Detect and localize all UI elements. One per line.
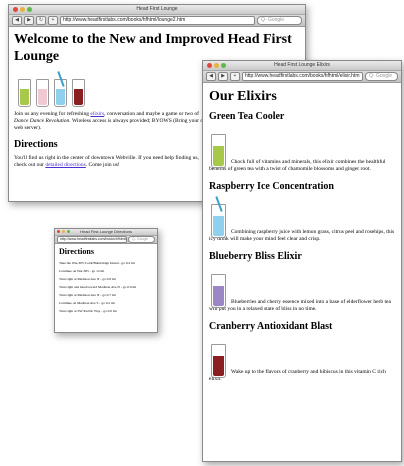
intro-text-mid: , conversation and maybe a game or two o…	[104, 111, 199, 117]
back-icon[interactable]: ◀	[206, 72, 216, 81]
elixir-name: Blueberry Bliss Elixir	[209, 251, 302, 262]
elixir-image-row	[209, 338, 395, 378]
elixirs-window-title: Head First Lounge Elixirs	[274, 62, 330, 68]
direction-step: Turn right and head toward Madison Ave N…	[59, 285, 137, 289]
direction-step: Take the WA-305 S exit/Bainbridge Island…	[59, 261, 135, 265]
direction-step: Turn right at SW Pacific Way - go 0.0 mi	[59, 309, 117, 313]
directions-toolbar: http://www.headfirstlabs.com/books/hfhtm…	[55, 236, 157, 244]
elixirs-content: Our Elixirs Green Tea Cooler Chock full …	[203, 83, 401, 388]
pink-drink-glass-image	[36, 79, 49, 107]
green-tea-glass-image	[18, 79, 31, 107]
lounge-intro-paragraph: Join us any evening for refreshing elixi…	[14, 111, 214, 132]
detailed-directions-link[interactable]: detailed directions	[45, 162, 85, 168]
elixir-image-row	[209, 196, 395, 238]
direction-step: Continue on Madison Ave S - go 0.2 mi	[59, 301, 115, 305]
window-controls	[207, 63, 226, 68]
green-tea-glass-image	[211, 134, 226, 168]
elixirs-heading: Our Elixirs	[209, 89, 277, 104]
elixir-image-row	[209, 128, 395, 168]
directions-url-field[interactable]: http://www.headfirstlabs.com/books/hfhtm…	[57, 236, 127, 243]
elixirs-search-field[interactable]: Q- Google	[365, 72, 398, 81]
elixir-name: Cranberry Antioxidant Blast	[209, 321, 333, 332]
lounge-url-field[interactable]: http://www.headfirstlabs.com/books/hfhtm…	[60, 16, 255, 25]
minimize-icon[interactable]	[20, 7, 25, 12]
reload-icon[interactable]: ↻	[36, 16, 46, 25]
directions-content: Directions Take the WA-305 S exit/Bainbr…	[55, 244, 157, 316]
close-icon[interactable]	[13, 7, 18, 12]
directions-search-field[interactable]: Q- Google	[128, 236, 155, 243]
forward-icon[interactable]: ▶	[218, 72, 228, 81]
elixir-image-row	[209, 268, 395, 308]
minimize-icon[interactable]	[62, 230, 65, 233]
cranberry-glass-image	[211, 344, 226, 378]
cranberry-glass-image	[72, 79, 85, 107]
zoom-icon[interactable]	[27, 7, 32, 12]
raspberry-glass-image	[211, 196, 226, 238]
direction-step: Continue on WA-305 - go 12 mi	[59, 269, 105, 273]
forward-icon[interactable]: ▶	[24, 16, 34, 25]
add-bookmark-icon[interactable]: +	[48, 16, 58, 25]
elixir-item: Cranberry Antioxidant Blast Wake up to t…	[209, 321, 395, 383]
elixir-item: Blueberry Bliss Elixir Blueberries and c…	[209, 251, 395, 313]
directions-window-title: Head First Lounge Directions	[80, 229, 132, 234]
minimize-icon[interactable]	[214, 63, 219, 68]
zoom-icon[interactable]	[221, 63, 226, 68]
direction-step: Turn right at Madison Ave N - go 0.8 mi	[59, 277, 116, 281]
blue-drink-glass-image	[54, 71, 67, 107]
add-bookmark-icon[interactable]: +	[230, 72, 240, 81]
elixirs-url-field[interactable]: http://www.headfirstlabs.com/books/hfhtm…	[242, 72, 363, 81]
back-icon[interactable]: ◀	[12, 16, 22, 25]
lounge-search-field[interactable]: Q- Google	[257, 16, 302, 25]
direction-step: Turn right at Madison Ave N - go 0.7 mi	[59, 293, 116, 297]
lounge-window-title: Head First Lounge	[136, 6, 178, 12]
directions-window-titlebar[interactable]: Head First Lounge Directions	[55, 229, 157, 236]
directions-steps: Take the WA-305 S exit/Bainbridge Island…	[59, 261, 153, 313]
elixirs-toolbar: ◀ ▶ + http://www.headfirstlabs.com/books…	[203, 71, 401, 83]
lounge-directions-paragraph: You'll find us right in the center of do…	[14, 155, 204, 169]
intro-text: Join us any evening for refreshing	[14, 111, 89, 117]
game-name: Dance Dance Revolution	[14, 118, 70, 124]
elixir-name: Green Tea Cooler	[209, 111, 285, 122]
window-controls	[57, 230, 70, 233]
lounge-toolbar: ◀ ▶ ↻ + http://www.headfirstlabs.com/boo…	[9, 15, 305, 27]
elixir-name: Raspberry Ice Concentration	[209, 181, 334, 192]
close-icon[interactable]	[57, 230, 60, 233]
elixirs-window-titlebar[interactable]: Head First Lounge Elixirs	[203, 61, 401, 71]
window-controls	[13, 7, 32, 12]
directions-window: Head First Lounge Directions http://www.…	[54, 228, 158, 333]
lounge-window-titlebar[interactable]: Head First Lounge	[9, 5, 305, 15]
elixirs-link[interactable]: elixirs	[90, 111, 104, 117]
directions-heading: Directions	[59, 247, 94, 256]
elixirs-window: Head First Lounge Elixirs ◀ ▶ + http://w…	[202, 60, 402, 462]
blueberry-glass-image	[211, 274, 226, 308]
elixir-item: Green Tea Cooler Chock full of vitamins …	[209, 111, 395, 173]
zoom-icon[interactable]	[67, 230, 70, 233]
directions-text-end: . Come join us!	[85, 162, 120, 168]
close-icon[interactable]	[207, 63, 212, 68]
elixir-item: Raspberry Ice Concentration Combining ra…	[209, 181, 395, 243]
